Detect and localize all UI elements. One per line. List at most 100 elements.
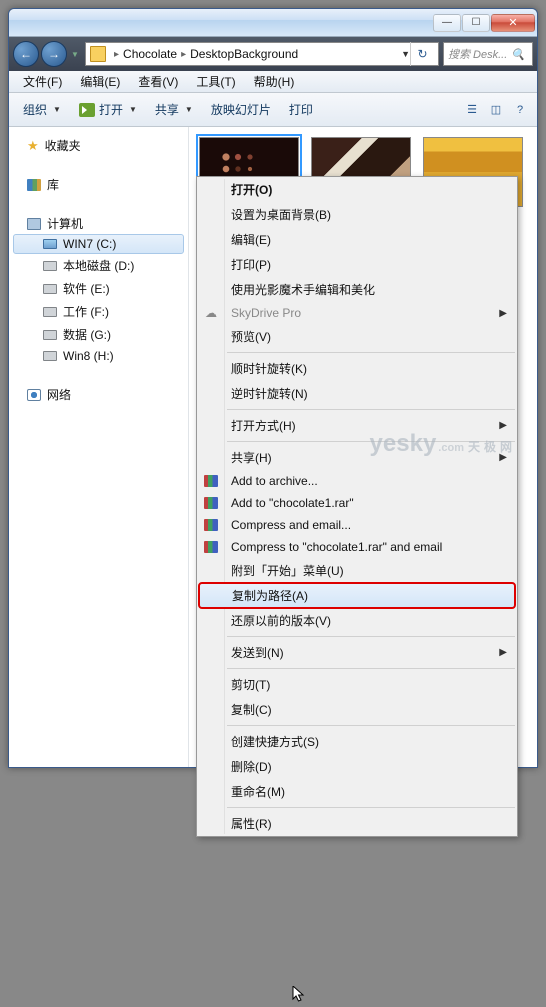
refresh-button[interactable]: ↻ xyxy=(410,42,434,66)
context-menu-separator xyxy=(227,636,515,637)
share-button[interactable]: 共享▼ xyxy=(149,98,199,121)
sidebar-drive-c[interactable]: WIN7 (C:) xyxy=(13,234,184,254)
context-menu-item[interactable]: 还原以前的版本(V) xyxy=(197,608,517,633)
preview-pane-icon[interactable]: ◫ xyxy=(487,101,505,119)
computer-icon xyxy=(27,218,41,230)
sidebar-computer[interactable]: 计算机 xyxy=(13,213,184,234)
context-menu-item[interactable]: 剪切(T) xyxy=(197,672,517,697)
titlebar: — ☐ ✕ xyxy=(9,9,537,37)
network-icon xyxy=(27,389,41,401)
context-menu-item[interactable]: 预览(V) xyxy=(197,324,517,349)
maximize-button[interactable]: ☐ xyxy=(462,14,490,32)
context-menu-item[interactable]: 打开(O) xyxy=(197,177,517,202)
archive-icon xyxy=(203,539,219,555)
context-menu-label: 还原以前的版本(V) xyxy=(231,612,331,629)
context-menu-item[interactable]: 删除(D) xyxy=(197,754,517,779)
chevron-right-icon: ▸ xyxy=(177,49,190,60)
help-icon[interactable]: ? xyxy=(511,101,529,119)
breadcrumb-segment[interactable]: DesktopBackground xyxy=(190,47,298,61)
open-button[interactable]: 打开▼ xyxy=(73,98,143,121)
drive-icon xyxy=(43,330,57,340)
view-icon[interactable]: ☰ xyxy=(463,101,481,119)
toolbar: 组织▼ 打开▼ 共享▼ 放映幻灯片 打印 ☰ ◫ ? xyxy=(9,93,537,127)
cursor-icon xyxy=(292,986,306,1007)
minimize-button[interactable]: — xyxy=(433,14,461,32)
context-menu: 打开(O) 设置为桌面背景(B)编辑(E) 打印(P) 使用光影魔术手编辑和美化☁Sk… xyxy=(196,176,518,837)
context-menu-item[interactable]: Compress and email... xyxy=(197,514,517,536)
context-menu-item[interactable]: 附到「开始」菜单(U) xyxy=(197,558,517,583)
context-menu-item[interactable]: 创建快捷方式(S) xyxy=(197,729,517,754)
sidebar-drive-g[interactable]: 数据 (G:) xyxy=(13,323,184,346)
context-menu-item[interactable]: Compress to "chocolate1.rar" and email xyxy=(197,536,517,558)
chevron-right-icon: ▸ xyxy=(110,49,123,60)
context-menu-item[interactable]: 发送到(N)▶ xyxy=(197,640,517,665)
sidebar-drive-f[interactable]: 工作 (F:) xyxy=(13,300,184,323)
sidebar-favorites[interactable]: ★收藏夹 xyxy=(13,135,184,156)
drive-icon xyxy=(43,307,57,317)
slideshow-button[interactable]: 放映幻灯片 xyxy=(205,98,277,121)
chevron-down-icon: ▼ xyxy=(129,105,137,114)
search-input[interactable]: 搜索 Desk... 🔍 xyxy=(443,42,533,66)
context-menu-item[interactable]: 逆时针旋转(N) xyxy=(197,381,517,406)
breadcrumb-dropdown[interactable]: ▼ xyxy=(401,49,410,59)
sidebar-libraries[interactable]: 库 xyxy=(13,174,184,195)
context-menu-label: 剪切(T) xyxy=(231,676,270,693)
sidebar-drive-d[interactable]: 本地磁盘 (D:) xyxy=(13,254,184,277)
context-menu-item[interactable]: 重命名(M) xyxy=(197,779,517,804)
context-menu-label: 属性(R) xyxy=(231,815,272,832)
breadcrumb-segment[interactable]: Chocolate xyxy=(123,47,177,61)
menu-tools[interactable]: 工具(T) xyxy=(188,71,243,92)
drive-icon xyxy=(43,351,57,361)
context-menu-item[interactable]: 复制为路径(A) xyxy=(199,583,515,608)
context-menu-label: Compress to "chocolate1.rar" and email xyxy=(231,540,442,554)
menu-edit[interactable]: 编辑(E) xyxy=(72,71,128,92)
context-menu-item[interactable]: 复制(C) xyxy=(197,697,517,722)
star-icon: ★ xyxy=(27,138,39,154)
drive-icon xyxy=(43,284,57,294)
context-menu-item: ☁SkyDrive Pro▶ xyxy=(197,302,517,324)
close-button[interactable]: ✕ xyxy=(491,14,535,32)
skydrive-icon: ☁ xyxy=(203,305,219,321)
forward-button[interactable]: → xyxy=(41,41,67,67)
context-menu-label: 打开方式(H) xyxy=(231,417,296,434)
context-menu-label: 发送到(N) xyxy=(231,644,284,661)
context-menu-label: 逆时针旋转(N) xyxy=(231,385,308,402)
folder-icon xyxy=(90,46,106,62)
context-menu-item[interactable]: 属性(R) xyxy=(197,811,517,836)
sidebar-drive-h[interactable]: Win8 (H:) xyxy=(13,346,184,366)
menu-file[interactable]: 文件(F) xyxy=(15,71,70,92)
archive-icon xyxy=(203,473,219,489)
context-menu-item[interactable]: 使用光影魔术手编辑和美化 xyxy=(197,277,517,302)
drive-icon xyxy=(43,261,57,271)
back-button[interactable]: ← xyxy=(13,41,39,67)
menu-help[interactable]: 帮助(H) xyxy=(246,71,303,92)
context-menu-item[interactable]: 编辑(E) xyxy=(197,227,517,252)
context-menu-item[interactable]: Add to "chocolate1.rar" xyxy=(197,492,517,514)
archive-icon xyxy=(203,495,219,511)
context-menu-item[interactable]: Add to archive... xyxy=(197,470,517,492)
chevron-down-icon: ▼ xyxy=(185,105,193,114)
context-menu-label: 预览(V) xyxy=(231,328,271,345)
context-menu-label: 打印(P) xyxy=(231,256,271,273)
sidebar-drive-e[interactable]: 软件 (E:) xyxy=(13,277,184,300)
address-bar: ← → ▼ ▸ Chocolate ▸ DesktopBackground ▼ … xyxy=(9,37,537,71)
search-placeholder: 搜索 Desk... xyxy=(448,46,507,62)
watermark: yesky.com天极网 xyxy=(370,430,516,458)
nav-history-dropdown[interactable]: ▼ xyxy=(69,48,81,60)
context-menu-label: 打开(O) xyxy=(231,181,272,198)
context-menu-label: Compress and email... xyxy=(231,518,351,532)
organize-button[interactable]: 组织▼ xyxy=(17,98,67,121)
breadcrumb[interactable]: ▸ Chocolate ▸ DesktopBackground ▼ ↻ xyxy=(85,42,439,66)
context-menu-label: 复制为路径(A) xyxy=(232,587,308,604)
archive-icon xyxy=(203,517,219,533)
context-menu-label: Add to "chocolate1.rar" xyxy=(231,496,354,510)
print-button[interactable]: 打印 xyxy=(283,98,319,121)
sidebar-network[interactable]: 网络 xyxy=(13,384,184,405)
context-menu-item[interactable]: 打印(P) xyxy=(197,252,517,277)
context-menu-separator xyxy=(227,409,515,410)
menu-view[interactable]: 查看(V) xyxy=(130,71,186,92)
context-menu-label: Add to archive... xyxy=(231,474,318,488)
drive-icon xyxy=(43,239,57,249)
context-menu-item[interactable]: 顺时针旋转(K) xyxy=(197,356,517,381)
context-menu-item[interactable]: 设置为桌面背景(B) xyxy=(197,202,517,227)
